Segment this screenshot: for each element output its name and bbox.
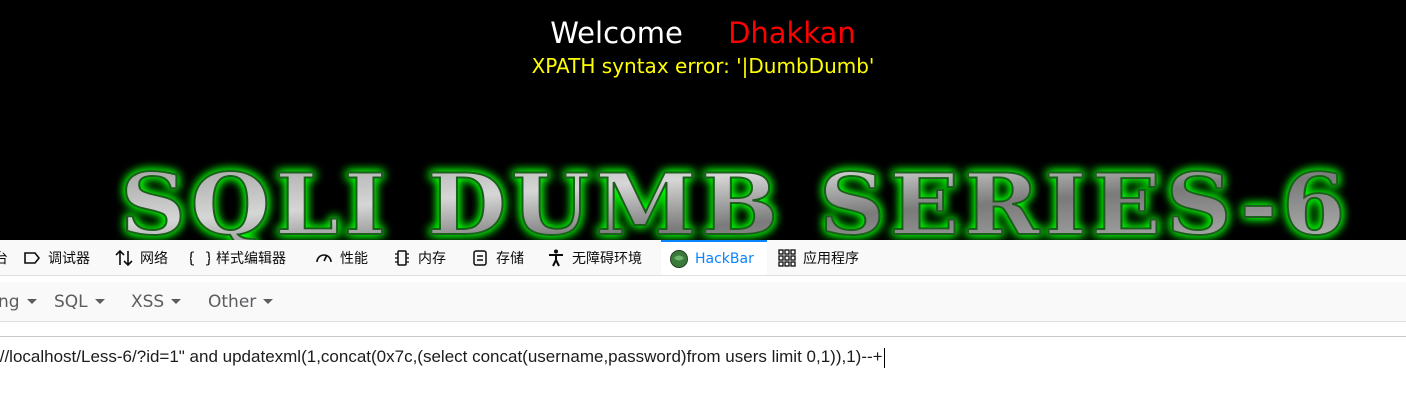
sql-menu[interactable]: SQL xyxy=(54,282,105,322)
xss-menu[interactable]: XSS xyxy=(131,282,182,322)
tab-accessibility[interactable]: 无障碍环境 xyxy=(546,240,642,275)
other-menu-label: Other xyxy=(208,292,257,312)
tab-application[interactable]: 应用程序 xyxy=(777,240,859,275)
performance-icon xyxy=(316,253,332,262)
chevron-down-icon xyxy=(26,298,37,304)
debugger-icon xyxy=(24,251,41,264)
welcome-text: Welcome xyxy=(550,16,683,50)
accessibility-icon xyxy=(549,249,563,266)
tab-performance-label: 性能 xyxy=(340,250,368,267)
other-menu[interactable]: Other xyxy=(208,282,274,322)
hackbar-icon xyxy=(670,249,688,268)
series-banner-logo: SQLI DUMB SERIES-6 xyxy=(119,154,1350,240)
webpage-content: Welcome Dhakkan XPATH syntax error: '|Du… xyxy=(0,0,1406,240)
application-grid-icon xyxy=(778,248,796,267)
hackbar-url-input[interactable]: ://localhost/Less-6/?id=1" and updatexml… xyxy=(0,336,1406,402)
xpath-error-message: XPATH syntax error: '|DumbDumb' xyxy=(531,54,875,78)
xss-menu-label: XSS xyxy=(131,292,165,312)
chevron-down-icon xyxy=(94,298,105,304)
storage-icon xyxy=(473,249,487,266)
encoding-menu[interactable]: ng xyxy=(0,282,37,322)
encoding-menu-label: ng xyxy=(0,292,20,312)
tab-storage-label: 存储 xyxy=(496,250,524,267)
url-input-value: ://localhost/Less-6/?id=1" and updatexml… xyxy=(0,347,883,366)
tab-debugger-label: 调试器 xyxy=(48,250,90,267)
tab-debugger[interactable]: 调试器 xyxy=(22,240,90,275)
tab-accessibility-label: 无障碍环境 xyxy=(572,250,642,267)
tab-network[interactable]: 网络 xyxy=(114,240,168,275)
tab-style-editor[interactable]: { } 样式编辑器 xyxy=(190,240,286,275)
tab-memory[interactable]: 内存 xyxy=(392,240,446,275)
tab-console-label: 台 xyxy=(0,250,8,267)
tab-hackbar-label: HackBar xyxy=(695,250,754,267)
devtools-tab-bar: 台 调试器 网络 { } 样式编辑器 性能 xyxy=(0,240,1406,276)
network-icon xyxy=(115,249,133,266)
username-text: Dhakkan xyxy=(728,16,856,50)
chevron-down-icon xyxy=(171,298,182,304)
sql-menu-label: SQL xyxy=(54,292,88,312)
tab-performance[interactable]: 性能 xyxy=(314,240,368,275)
banner-text: SQLI DUMB SERIES-6 xyxy=(120,155,1350,240)
tab-console-partial[interactable]: 台 xyxy=(0,240,8,275)
tab-application-label: 应用程序 xyxy=(803,250,859,267)
welcome-line: Welcome Dhakkan xyxy=(0,14,1406,52)
tab-style-editor-label: 样式编辑器 xyxy=(216,250,286,267)
memory-icon xyxy=(395,249,409,266)
svg-text:{ }: { } xyxy=(190,249,210,267)
tab-hackbar[interactable]: HackBar xyxy=(661,240,767,275)
tab-memory-label: 内存 xyxy=(418,250,446,267)
hackbar-menu-bar: ng SQL XSS Other xyxy=(0,282,1406,322)
tab-network-label: 网络 xyxy=(140,250,168,267)
browser-window: Welcome Dhakkan XPATH syntax error: '|Du… xyxy=(0,0,1406,402)
chevron-down-icon xyxy=(263,298,274,304)
tab-storage[interactable]: 存储 xyxy=(470,240,524,275)
text-cursor xyxy=(883,347,885,368)
style-editor-icon: { } xyxy=(190,249,210,267)
